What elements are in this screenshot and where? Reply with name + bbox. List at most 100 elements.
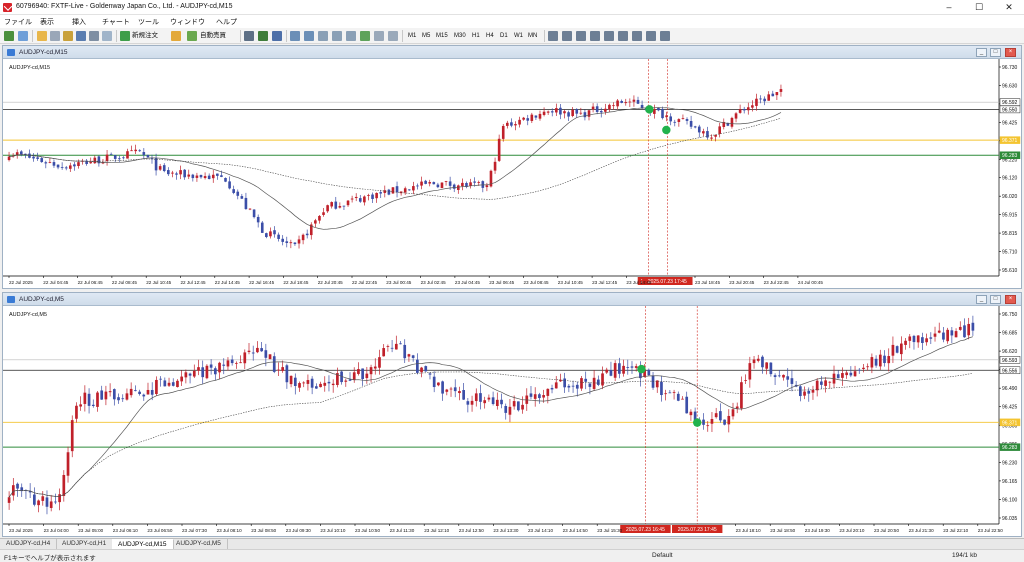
candle-body bbox=[771, 93, 775, 97]
price-chart-m15[interactable]: AUDJPY-cd,M152025.02025.07.23 17:4596.73… bbox=[3, 59, 1021, 288]
candle-body bbox=[763, 98, 766, 102]
line-chart-icon[interactable] bbox=[272, 31, 282, 41]
time-tick-label: 23 Jul 14:10 bbox=[528, 528, 553, 533]
menu-file[interactable]: ファイル bbox=[4, 17, 32, 27]
candle-body bbox=[967, 323, 971, 336]
time-tick-label: 23 Jul 04:00 bbox=[44, 528, 69, 533]
channel-icon[interactable] bbox=[618, 31, 628, 41]
terminal-icon[interactable] bbox=[76, 31, 86, 41]
text-tool-icon[interactable] bbox=[646, 31, 656, 41]
data-window-icon[interactable] bbox=[50, 31, 60, 41]
candle-body bbox=[530, 114, 534, 121]
timeframe-w1[interactable]: W1 bbox=[514, 31, 523, 41]
templates-icon[interactable] bbox=[388, 31, 398, 41]
minimize-icon[interactable]: – bbox=[934, 0, 964, 15]
candle-body bbox=[369, 367, 373, 375]
status-help-text: F1キーでヘルプが表示されます bbox=[4, 555, 96, 562]
chart-close-icon[interactable]: × bbox=[1005, 48, 1016, 57]
candle-body bbox=[318, 215, 321, 221]
candle-body bbox=[230, 359, 234, 364]
menu-insert[interactable]: 挿入 bbox=[72, 17, 86, 27]
chart-minimize-icon[interactable]: _ bbox=[976, 48, 987, 57]
price-tag-label: 96.371 bbox=[1002, 138, 1018, 144]
candle-body bbox=[506, 122, 509, 126]
candle-body bbox=[87, 393, 91, 406]
candle-body bbox=[314, 386, 318, 389]
candle-body bbox=[363, 196, 366, 203]
chart-shift-icon[interactable] bbox=[346, 31, 356, 41]
candle-body bbox=[908, 336, 912, 341]
menu-window[interactable]: ウィンドウ bbox=[170, 17, 205, 27]
bar-chart-icon[interactable] bbox=[244, 31, 254, 41]
candle-body bbox=[622, 365, 625, 374]
candle-body bbox=[357, 369, 360, 374]
menu-help[interactable]: ヘルプ bbox=[216, 17, 237, 27]
cursor-icon[interactable] bbox=[548, 31, 558, 41]
candle-body bbox=[100, 390, 104, 400]
timeframe-m5[interactable]: M5 bbox=[422, 31, 430, 41]
history-icon[interactable] bbox=[102, 31, 112, 41]
candle-body bbox=[211, 174, 215, 179]
zoom-in-icon[interactable] bbox=[290, 31, 300, 41]
navigator-icon[interactable] bbox=[63, 31, 73, 41]
shapes-icon[interactable] bbox=[660, 31, 670, 41]
timeframe-mn[interactable]: MN bbox=[528, 31, 537, 41]
tester-icon[interactable] bbox=[89, 31, 99, 41]
candle-body bbox=[693, 126, 697, 128]
profiles-icon[interactable] bbox=[18, 31, 28, 41]
chart-maximize-icon[interactable]: □ bbox=[990, 48, 1001, 57]
chart-minimize-icon[interactable]: _ bbox=[976, 295, 987, 304]
time-tick-label: 23 Jul 18:10 bbox=[736, 528, 761, 533]
periods-icon[interactable] bbox=[374, 31, 384, 41]
chart-maximize-icon[interactable]: □ bbox=[990, 295, 1001, 304]
menu-chart[interactable]: チャート bbox=[102, 17, 130, 27]
timeframe-h1[interactable]: H1 bbox=[472, 31, 480, 41]
fibonacci-icon[interactable] bbox=[632, 31, 642, 41]
time-tick-label: 22 Jul 08:45 bbox=[112, 280, 137, 285]
auto-trade-icon[interactable] bbox=[187, 31, 197, 41]
candle-body bbox=[740, 382, 743, 409]
candle-body bbox=[146, 389, 150, 395]
candle-body bbox=[7, 497, 11, 503]
zoom-out-icon[interactable] bbox=[304, 31, 314, 41]
timeframe-m30[interactable]: M30 bbox=[454, 31, 466, 41]
candle-body bbox=[403, 188, 407, 193]
candle-body bbox=[91, 404, 95, 406]
timeframe-h4[interactable]: H4 bbox=[486, 31, 494, 41]
tile-windows-icon[interactable] bbox=[318, 31, 328, 41]
price-chart-m5[interactable]: AUDJPY-cd,M5 2025.07.23 16:45 2025.07.23 1… bbox=[3, 306, 1021, 536]
candle-body bbox=[950, 330, 954, 336]
time-tick-label: 23 Jul 18:50 bbox=[770, 528, 795, 533]
trendline-icon[interactable] bbox=[604, 31, 614, 41]
vertical-line-icon[interactable] bbox=[576, 31, 586, 41]
menu-view[interactable]: 表示 bbox=[40, 17, 54, 27]
candle-body bbox=[36, 157, 39, 159]
candle-body bbox=[626, 367, 630, 368]
close-icon[interactable]: ✕ bbox=[994, 0, 1024, 15]
candle-body bbox=[331, 383, 335, 386]
candle-body bbox=[453, 387, 457, 392]
indicators-icon[interactable] bbox=[360, 31, 370, 41]
candle-body bbox=[815, 380, 819, 391]
new-chart-icon[interactable] bbox=[4, 31, 14, 41]
chart-close-icon[interactable]: × bbox=[1005, 295, 1016, 304]
timeframe-m15[interactable]: M15 bbox=[436, 31, 448, 41]
horizontal-line-icon[interactable] bbox=[590, 31, 600, 41]
metaeditor-icon[interactable] bbox=[171, 31, 181, 41]
candle-body bbox=[346, 200, 350, 206]
timeframe-m1[interactable]: M1 bbox=[408, 31, 416, 41]
crosshair-icon[interactable] bbox=[562, 31, 572, 41]
candle-body bbox=[731, 409, 735, 417]
candle-body bbox=[256, 216, 260, 223]
auto-scroll-icon[interactable] bbox=[332, 31, 342, 41]
timeframe-d1[interactable]: D1 bbox=[500, 31, 508, 41]
candle-body bbox=[7, 156, 11, 161]
maximize-icon[interactable]: ☐ bbox=[964, 0, 994, 15]
new-order-button[interactable]: 新規注文 bbox=[132, 31, 158, 41]
candlestick-icon[interactable] bbox=[258, 31, 268, 41]
auto-trade-button[interactable]: 自動売買 bbox=[200, 31, 226, 41]
market-watch-icon[interactable] bbox=[37, 31, 47, 41]
new-order-icon[interactable] bbox=[120, 31, 130, 41]
menu-tools[interactable]: ツール bbox=[138, 17, 159, 27]
candle-body bbox=[487, 397, 491, 400]
